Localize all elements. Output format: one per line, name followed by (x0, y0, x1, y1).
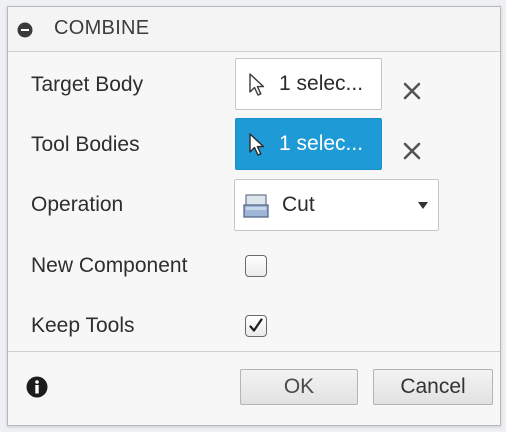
operation-dropdown[interactable]: Cut (234, 179, 439, 231)
dialog-footer: OK Cancel (8, 351, 500, 425)
cursor-arrow-icon (249, 133, 265, 156)
tool-bodies-value: 1 selec... (279, 132, 364, 155)
target-body-value: 1 selec... (279, 72, 364, 95)
keep-tools-checkbox[interactable] (245, 315, 267, 337)
dialog-header: COMBINE (8, 7, 500, 52)
operation-label: Operation (31, 193, 124, 216)
new-component-label: New Component (31, 254, 188, 277)
cursor-arrow-icon (249, 73, 265, 96)
close-x-icon[interactable] (402, 81, 422, 101)
new-component-checkbox[interactable] (245, 255, 267, 277)
combine-dialog: COMBINE Target Body 1 selec... Tool Bodi… (7, 6, 501, 426)
chevron-down-icon (418, 202, 428, 209)
ok-button[interactable]: OK (240, 369, 358, 405)
keep-tools-label: Keep Tools (31, 314, 135, 337)
checkmark-icon (249, 318, 263, 332)
minus-circle-icon[interactable] (17, 22, 33, 38)
operation-value: Cut (282, 193, 315, 216)
cancel-button[interactable]: Cancel (373, 369, 493, 405)
tool-bodies-selector[interactable]: 1 selec... (235, 118, 382, 170)
dialog-title: COMBINE (54, 17, 150, 39)
dialog-body: Target Body 1 selec... Tool Bodies 1 sel… (8, 52, 500, 353)
cut-operation-icon (243, 194, 269, 218)
target-body-selector[interactable]: 1 selec... (235, 58, 382, 110)
target-body-label: Target Body (31, 73, 144, 96)
tool-bodies-label: Tool Bodies (31, 133, 140, 156)
info-icon[interactable] (26, 376, 48, 398)
close-x-icon[interactable] (402, 141, 422, 161)
